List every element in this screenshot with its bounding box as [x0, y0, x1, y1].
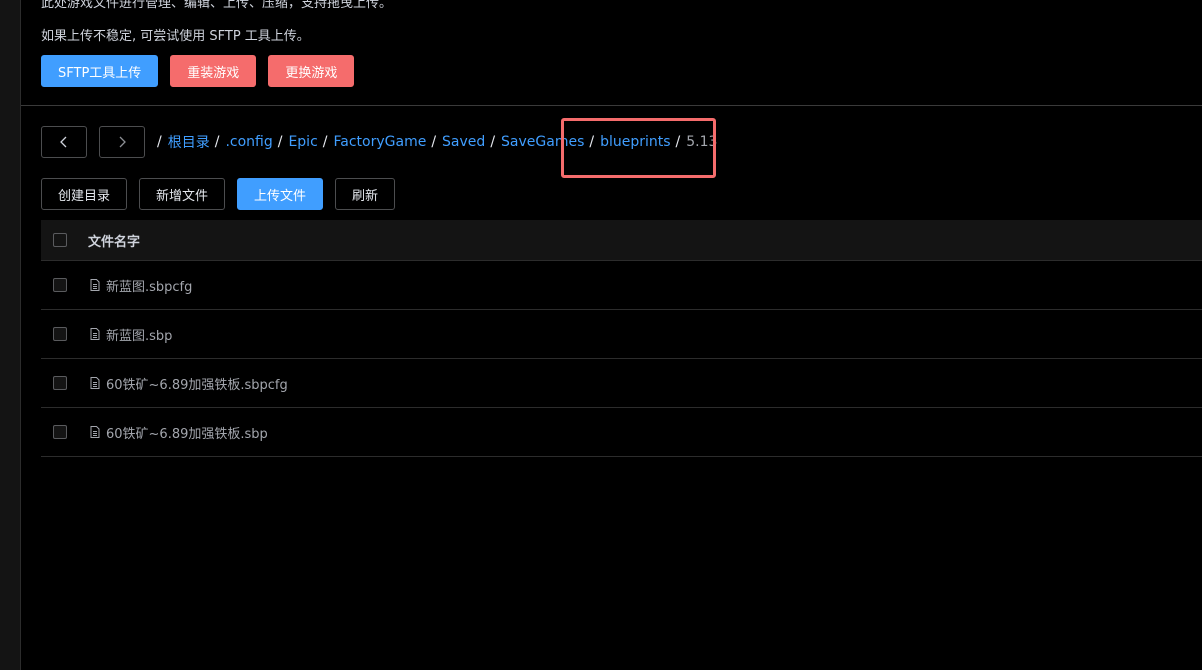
- file-name-cell[interactable]: 新蓝图.sbpcfg: [88, 276, 192, 295]
- document-icon: [90, 426, 100, 438]
- highlight-annotation-box: [561, 118, 716, 178]
- file-name: 新蓝图.sbp: [106, 328, 173, 344]
- breadcrumb-epic[interactable]: Epic: [288, 134, 317, 150]
- file-table: 文件名字 新蓝图.sbpcfg 新蓝图.sbp 60铁矿~6.89加强铁板.sb…: [41, 220, 1202, 457]
- breadcrumb-separator: /: [490, 134, 496, 150]
- column-header-filename: 文件名字: [88, 234, 141, 250]
- row-checkbox[interactable]: [53, 425, 67, 439]
- table-row[interactable]: 新蓝图.sbp: [41, 310, 1202, 359]
- breadcrumb-factorygame[interactable]: FactoryGame: [334, 134, 427, 150]
- row-checkbox[interactable]: [53, 376, 67, 390]
- file-name: 新蓝图.sbpcfg: [106, 279, 193, 295]
- left-sidebar-edge: [0, 0, 21, 670]
- upload-file-button[interactable]: 上传文件: [237, 178, 324, 210]
- refresh-button[interactable]: 刷新: [335, 178, 396, 210]
- table-header: 文件名字: [41, 220, 1202, 261]
- breadcrumb-saved[interactable]: Saved: [442, 134, 485, 150]
- file-manager-panel: 此处游戏文件进行管理、编辑、上传、压缩，支持拖曳上传。 如果上传不稳定, 可尝试…: [21, 0, 1202, 670]
- breadcrumb-separator: /: [157, 134, 162, 150]
- file-name: 60铁矿~6.89加强铁板.sbp: [106, 426, 268, 442]
- file-name-cell[interactable]: 60铁矿~6.89加强铁板.sbp: [88, 423, 268, 442]
- document-icon: [90, 279, 100, 291]
- document-icon: [90, 328, 100, 340]
- file-action-bar: 创建目录 新增文件 上传文件 刷新: [41, 178, 396, 210]
- table-row[interactable]: 60铁矿~6.89加强铁板.sbpcfg: [41, 359, 1202, 408]
- breadcrumb-config[interactable]: .config: [225, 134, 272, 150]
- notice-text-1: 此处游戏文件进行管理、编辑、上传、压缩，支持拖曳上传。: [41, 0, 393, 11]
- table-row[interactable]: 60铁矿~6.89加强铁板.sbp: [41, 408, 1202, 457]
- forward-button[interactable]: [99, 126, 145, 158]
- back-button[interactable]: [41, 126, 87, 158]
- breadcrumb-separator: /: [277, 134, 283, 150]
- top-action-bar: SFTP工具上传 重装游戏 更换游戏: [41, 55, 355, 87]
- file-name: 60铁矿~6.89加强铁板.sbpcfg: [106, 377, 288, 393]
- new-file-button[interactable]: 新增文件: [139, 178, 226, 210]
- row-checkbox[interactable]: [53, 278, 67, 292]
- section-divider: [21, 105, 1202, 106]
- chevron-right-icon: [119, 136, 126, 148]
- chevron-left-icon: [60, 136, 67, 148]
- file-name-cell[interactable]: 新蓝图.sbp: [88, 325, 172, 344]
- notice-text-2: 如果上传不稳定, 可尝试使用 SFTP 工具上传。: [41, 29, 310, 44]
- table-row[interactable]: 新蓝图.sbpcfg: [41, 261, 1202, 310]
- sftp-upload-button[interactable]: SFTP工具上传: [41, 55, 159, 87]
- select-all-checkbox[interactable]: [53, 233, 67, 247]
- breadcrumb-separator: /: [214, 134, 220, 150]
- document-icon: [90, 377, 100, 389]
- breadcrumb-separator: /: [322, 134, 328, 150]
- create-directory-button[interactable]: 创建目录: [41, 178, 128, 210]
- breadcrumb-separator: /: [431, 134, 437, 150]
- change-game-button[interactable]: 更换游戏: [268, 55, 355, 87]
- breadcrumb-root[interactable]: 根目录: [168, 132, 210, 152]
- reinstall-game-button[interactable]: 重装游戏: [170, 55, 257, 87]
- row-checkbox[interactable]: [53, 327, 67, 341]
- file-name-cell[interactable]: 60铁矿~6.89加强铁板.sbpcfg: [88, 374, 288, 393]
